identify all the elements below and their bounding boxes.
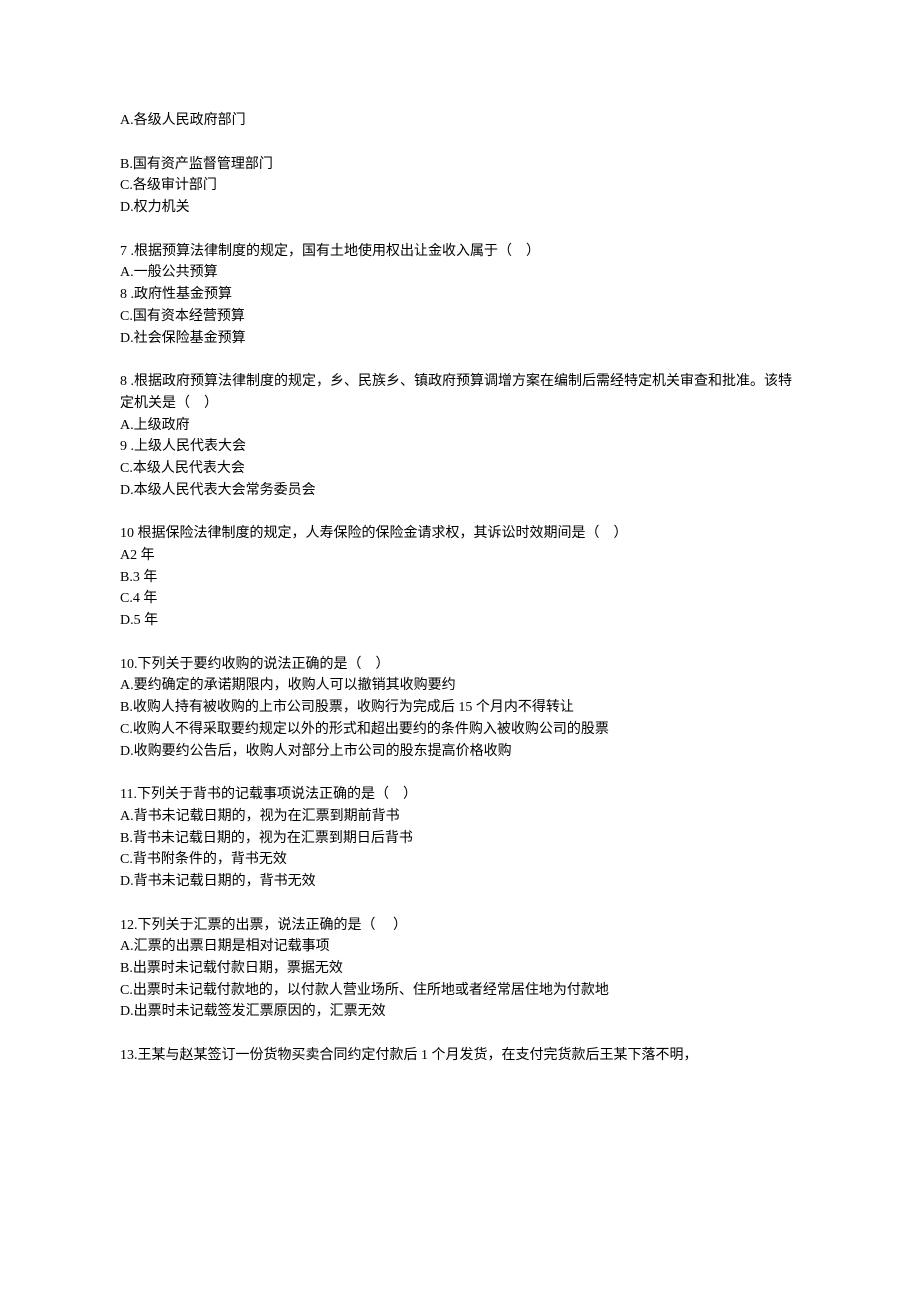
option-a: A.要约确定的承诺期限内，收购人可以撤销其收购要约: [120, 675, 800, 697]
option-c: C.背书附条件的，背书无效: [120, 849, 800, 871]
option-c: C.4 年: [120, 588, 800, 610]
options-block-b: B.国有资产监督管理部门 C.各级审计部门 D.权力机关: [120, 154, 800, 219]
option-a: A.汇票的出票日期是相对记载事项: [120, 936, 800, 958]
question-10: 10.下列关于要约收购的说法正确的是（ ） A.要约确定的承诺期限内，收购人可以…: [120, 654, 800, 762]
question-8: 8 .根据政府预算法律制度的规定，乡、民族乡、镇政府预算调增方案在编制后需经特定…: [120, 371, 800, 501]
option-d: D.本级人民代表大会常务委员会: [120, 480, 800, 502]
option-b: B.收购人持有被收购的上市公司股票，收购行为完成后 15 个月内不得转让: [120, 697, 800, 719]
question-12: 12.下列关于汇票的出票，说法正确的是（ ） A.汇票的出票日期是相对记载事项 …: [120, 915, 800, 1023]
options-block-a: A.各级人民政府部门: [120, 110, 800, 132]
question-stem: 11.下列关于背书的记载事项说法正确的是（ ）: [120, 784, 800, 806]
question-stem: 10.下列关于要约收购的说法正确的是（ ）: [120, 654, 800, 676]
question-stem: 10 根据保险法律制度的规定，人寿保险的保险金请求权，其诉讼时效期间是（ ）: [120, 523, 800, 545]
option-b: B.国有资产监督管理部门: [120, 154, 800, 176]
option-a: A.一般公共预算: [120, 262, 800, 284]
option-c: C.收购人不得采取要约规定以外的形式和超出要约的条件购入被收购公司的股票: [120, 719, 800, 741]
option-d: D.社会保险基金预算: [120, 328, 800, 350]
option-c: C.各级审计部门: [120, 175, 800, 197]
option-b: B.背书未记载日期的，视为在汇票到期日后背书: [120, 828, 800, 850]
question-11: 11.下列关于背书的记载事项说法正确的是（ ） A.背书未记载日期的，视为在汇票…: [120, 784, 800, 892]
option-a: A.各级人民政府部门: [120, 110, 800, 132]
question-13: 13.王某与赵某签订一份货物买卖合同约定付款后 1 个月发货，在支付完货款后王某…: [120, 1045, 800, 1067]
option-d: D.收购要约公告后，收购人对部分上市公司的股东提高价格收购: [120, 741, 800, 763]
question-9b: 10 根据保险法律制度的规定，人寿保险的保险金请求权，其诉讼时效期间是（ ） A…: [120, 523, 800, 631]
option-c: C.本级人民代表大会: [120, 458, 800, 480]
option-b: B.3 年: [120, 567, 800, 589]
option-c: C.国有资本经营预算: [120, 306, 800, 328]
question-7: 7 .根据预算法律制度的规定，国有土地使用权出让金收入属于（ ） A.一般公共预…: [120, 241, 800, 349]
option-d: D.出票时未记载签发汇票原因的，汇票无效: [120, 1001, 800, 1023]
option-b: 8 .政府性基金预算: [120, 284, 800, 306]
option-b: 9 .上级人民代表大会: [120, 436, 800, 458]
option-d: D.权力机关: [120, 197, 800, 219]
option-c: C.出票时未记载付款地的，以付款人营业场所、住所地或者经常居住地为付款地: [120, 980, 800, 1002]
option-b: B.出票时未记载付款日期，票据无效: [120, 958, 800, 980]
question-stem: 12.下列关于汇票的出票，说法正确的是（ ）: [120, 915, 800, 937]
document-page: A.各级人民政府部门 B.国有资产监督管理部门 C.各级审计部门 D.权力机关 …: [0, 0, 920, 1149]
option-a: A.上级政府: [120, 415, 800, 437]
option-a: A2 年: [120, 545, 800, 567]
option-d: D.5 年: [120, 610, 800, 632]
question-stem: 7 .根据预算法律制度的规定，国有土地使用权出让金收入属于（ ）: [120, 241, 800, 263]
option-a: A.背书未记载日期的，视为在汇票到期前背书: [120, 806, 800, 828]
option-d: D.背书未记载日期的，背书无效: [120, 871, 800, 893]
question-stem: 13.王某与赵某签订一份货物买卖合同约定付款后 1 个月发货，在支付完货款后王某…: [120, 1045, 800, 1067]
question-stem: 8 .根据政府预算法律制度的规定，乡、民族乡、镇政府预算调增方案在编制后需经特定…: [120, 371, 800, 414]
